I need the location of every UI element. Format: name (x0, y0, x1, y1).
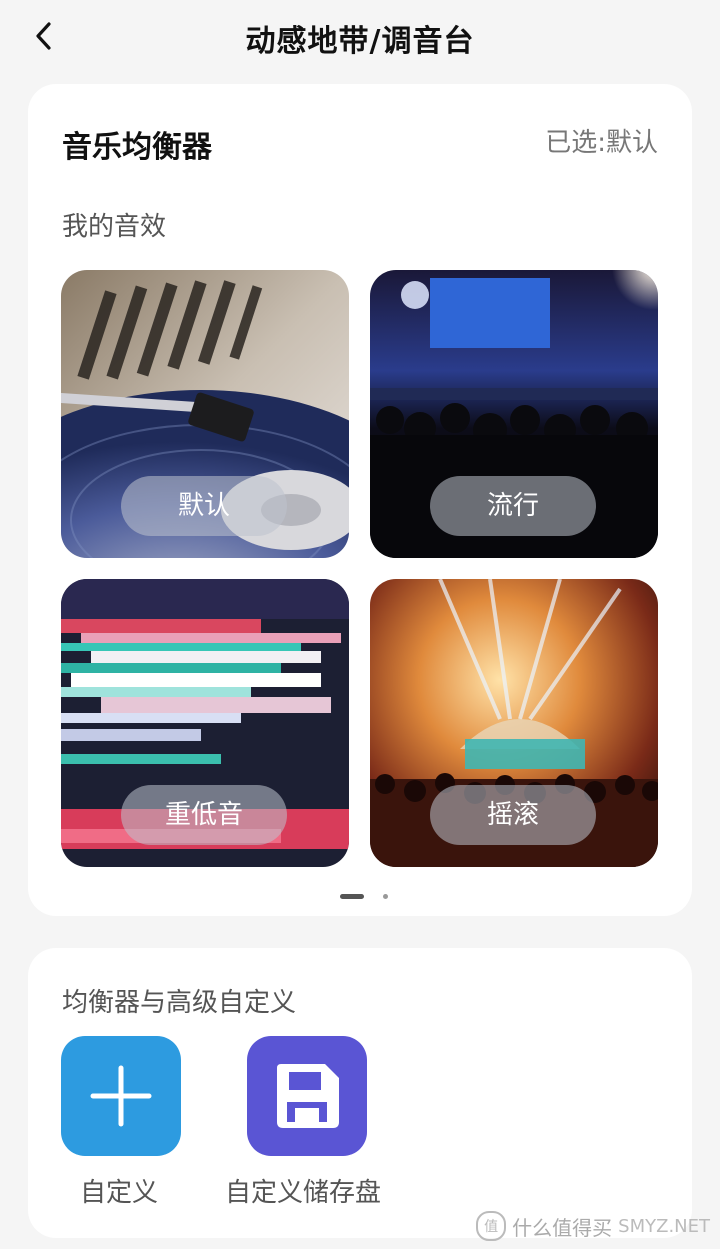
floppy-disk-icon (277, 1064, 339, 1128)
plus-icon (90, 1065, 152, 1127)
preset-tile-pop[interactable]: 流行 (370, 270, 658, 558)
advanced-card: 均衡器与高级自定义 自定义 自定义储存盘 (28, 948, 692, 1238)
watermark-text: 什么值得买 (512, 1215, 613, 1240)
page-title: 动感地带/调音台 (245, 24, 475, 59)
watermark-logo: 值 (476, 1211, 507, 1241)
custom-storage-label: 自定义储存盘 (225, 1178, 382, 1208)
top-bar: 动感地带/调音台 (0, 0, 720, 72)
equalizer-card: 音乐均衡器 已选:默认 我的音效 默认 流行 重低音 摇滚 (28, 84, 692, 916)
watermark-site: SMYZ.NET (618, 1215, 710, 1237)
equalizer-title: 音乐均衡器 (62, 130, 212, 165)
advanced-title: 均衡器与高级自定义 (62, 988, 297, 1018)
preset-label-bass: 重低音 (121, 785, 287, 845)
custom-storage-button[interactable] (247, 1036, 367, 1156)
page-indicator (28, 894, 692, 900)
preset-tile-rock[interactable]: 摇滚 (370, 579, 658, 867)
preset-tile-default[interactable]: 默认 (61, 270, 349, 558)
custom-button[interactable] (61, 1036, 181, 1156)
page-dot[interactable] (383, 894, 388, 899)
preset-label-pop: 流行 (430, 476, 596, 536)
watermark: 值 什么值得买 SMYZ.NET (476, 1211, 710, 1241)
page-dot-active (340, 894, 364, 899)
custom-label: 自定义 (80, 1178, 159, 1208)
preset-label-default: 默认 (121, 476, 287, 536)
preset-tile-bass[interactable]: 重低音 (61, 579, 349, 867)
selected-preset-label: 已选:默认 (545, 128, 658, 158)
my-effects-title: 我的音效 (62, 212, 167, 242)
preset-label-rock: 摇滚 (430, 785, 596, 845)
